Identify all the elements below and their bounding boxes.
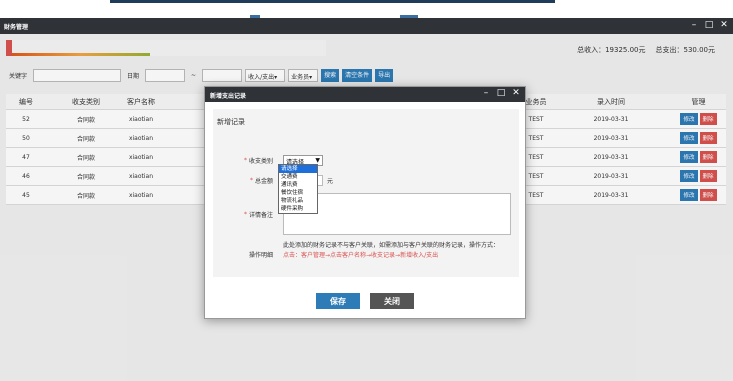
action-label: 操作明细 (248, 251, 273, 259)
amount-unit: 元 (327, 177, 334, 185)
dropdown-option[interactable]: 餐饮住宿 (279, 189, 317, 197)
dialog-controls: – □ ✕ (481, 88, 521, 99)
close-icon[interactable]: ✕ (719, 20, 729, 31)
dialog-titlebar: 新增支出记录 – □ ✕ (205, 87, 525, 102)
dropdown-option[interactable]: 交通费 (279, 173, 317, 181)
amount-row: * 总金额 元 (213, 173, 519, 187)
save-button[interactable]: 保存 (316, 293, 360, 309)
dialog-title: 新增支出记录 (210, 93, 247, 100)
action-help-text: 此处添加的财务记录不与客户关联，如需添加与客户关联的财务记录，操作方式： 点击：… (279, 241, 499, 267)
window-controls: – □ ✕ (689, 20, 729, 31)
help-links[interactable]: 点击：客户管理→点击客户名称→收支记录→新增收入/支出 (283, 251, 499, 261)
maximize-icon[interactable]: □ (496, 88, 506, 99)
dialog-body: 新增记录 * 收支类别 请选择 ▼ * 总金额 元 * 详情备注 操作明细 此处添加的财… (213, 109, 519, 277)
dropdown-option[interactable]: 硬件采购 (279, 205, 317, 213)
minimize-icon[interactable]: – (481, 88, 491, 99)
chevron-down-icon: ▼ (315, 156, 320, 164)
app-window: 财务管理 – □ ✕ 总收入：19325.00元 总支出：530.00元 关键字… (0, 0, 733, 381)
category-row: * 收支类别 请选择 ▼ (213, 151, 519, 169)
form-section-title: 新增记录 (217, 118, 245, 126)
category-label: * 收支类别 (243, 156, 273, 165)
top-decoration (110, 0, 555, 3)
category-dropdown-list: 请选择 交通费 通讯费 餐饮住宿 物流礼品 硬件采购 (278, 164, 318, 214)
close-icon[interactable]: ✕ (511, 88, 521, 99)
window-titlebar: 财务管理 – □ ✕ (0, 18, 733, 34)
maximize-icon[interactable]: □ (704, 20, 714, 31)
minimize-icon[interactable]: – (689, 20, 699, 31)
amount-label: * 总金额 (249, 176, 273, 185)
dropdown-option[interactable]: 物流礼品 (279, 197, 317, 205)
remark-row: * 详情备注 (213, 191, 519, 237)
add-expense-dialog: 新增支出记录 – □ ✕ 新增记录 * 收支类别 请选择 ▼ * 总金额 元 * 详情备… (204, 86, 526, 319)
action-row: 操作明细 此处添加的财务记录不与客户关联，如需添加与客户关联的财务记录，操作方式… (213, 241, 519, 267)
dropdown-option[interactable]: 通讯费 (279, 181, 317, 189)
window-title: 财务管理 (4, 24, 29, 31)
help-description: 此处添加的财务记录不与客户关联，如需添加与客户关联的财务记录，操作方式： (283, 242, 500, 249)
dialog-footer: 保存 关闭 (205, 283, 525, 319)
dropdown-option[interactable]: 请选择 (279, 165, 317, 173)
close-button[interactable]: 关闭 (370, 293, 414, 309)
browser-strip (0, 0, 733, 18)
remark-label: * 详情备注 (243, 210, 273, 219)
